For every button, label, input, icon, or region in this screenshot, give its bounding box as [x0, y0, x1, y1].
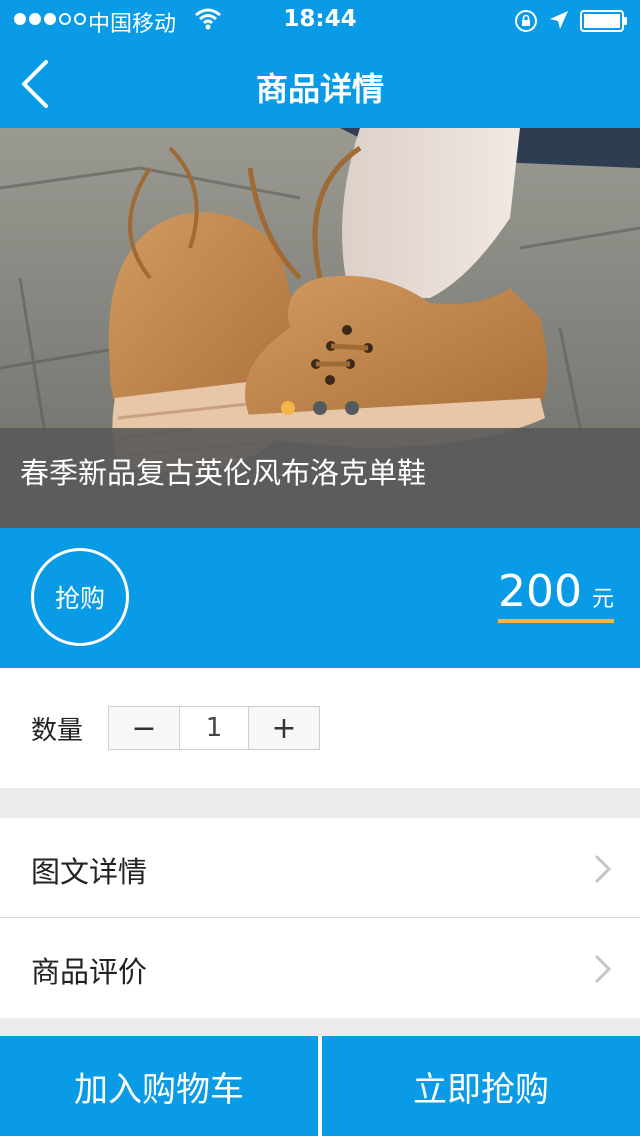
carousel-dot-3[interactable] [345, 401, 359, 415]
buy-now-button[interactable]: 立即抢购 [322, 1036, 640, 1136]
quantity-stepper: − 1 + [108, 706, 320, 750]
navigation-bar: 商品详情 [0, 40, 640, 128]
carousel-dot-1[interactable] [281, 401, 295, 415]
location-arrow-icon [550, 11, 568, 29]
bottom-action-bar: 加入购物车 立即抢购 [0, 1036, 640, 1136]
list-item-label: 商品评价 [31, 955, 148, 989]
product-image-carousel[interactable]: 春季新品复古英伦风布洛克单鞋 [0, 128, 640, 528]
chevron-right-icon [595, 855, 612, 883]
carousel-dot-2[interactable] [313, 401, 327, 415]
list-item-label: 图文详情 [31, 855, 148, 889]
product-detail-page: 中国移动 18:44 商品详情 春季新品复古英伦风布洛克单鞋 抢购 200 元 … [0, 0, 640, 1136]
price: 200 元 [498, 566, 614, 623]
page-title: 商品详情 [255, 70, 384, 108]
product-name: 春季新品复古英伦风布洛克单鞋 [0, 428, 640, 528]
battery-icon [580, 10, 627, 32]
status-bar: 中国移动 18:44 [0, 0, 640, 40]
quantity-row: 数量 − 1 + [0, 668, 640, 788]
quantity-label: 数量 [31, 716, 84, 746]
price-amount: 200 [498, 566, 582, 617]
list-item-detail[interactable]: 图文详情 [0, 818, 640, 918]
decrease-button[interactable]: − [109, 707, 179, 749]
clock: 18:44 [283, 6, 357, 32]
carousel-pagination [0, 401, 640, 415]
rotation-lock-icon [515, 10, 537, 32]
detail-list: 图文详情 商品评价 [0, 818, 640, 1018]
chevron-right-icon [595, 955, 612, 983]
list-item-reviews[interactable]: 商品评价 [0, 918, 640, 1018]
price-band: 抢购 200 元 [0, 528, 640, 668]
add-to-cart-button[interactable]: 加入购物车 [0, 1036, 318, 1136]
flash-sale-badge[interactable]: 抢购 [31, 548, 129, 646]
price-unit: 元 [591, 587, 614, 612]
increase-button[interactable]: + [249, 707, 319, 749]
quantity-value[interactable]: 1 [179, 707, 249, 749]
